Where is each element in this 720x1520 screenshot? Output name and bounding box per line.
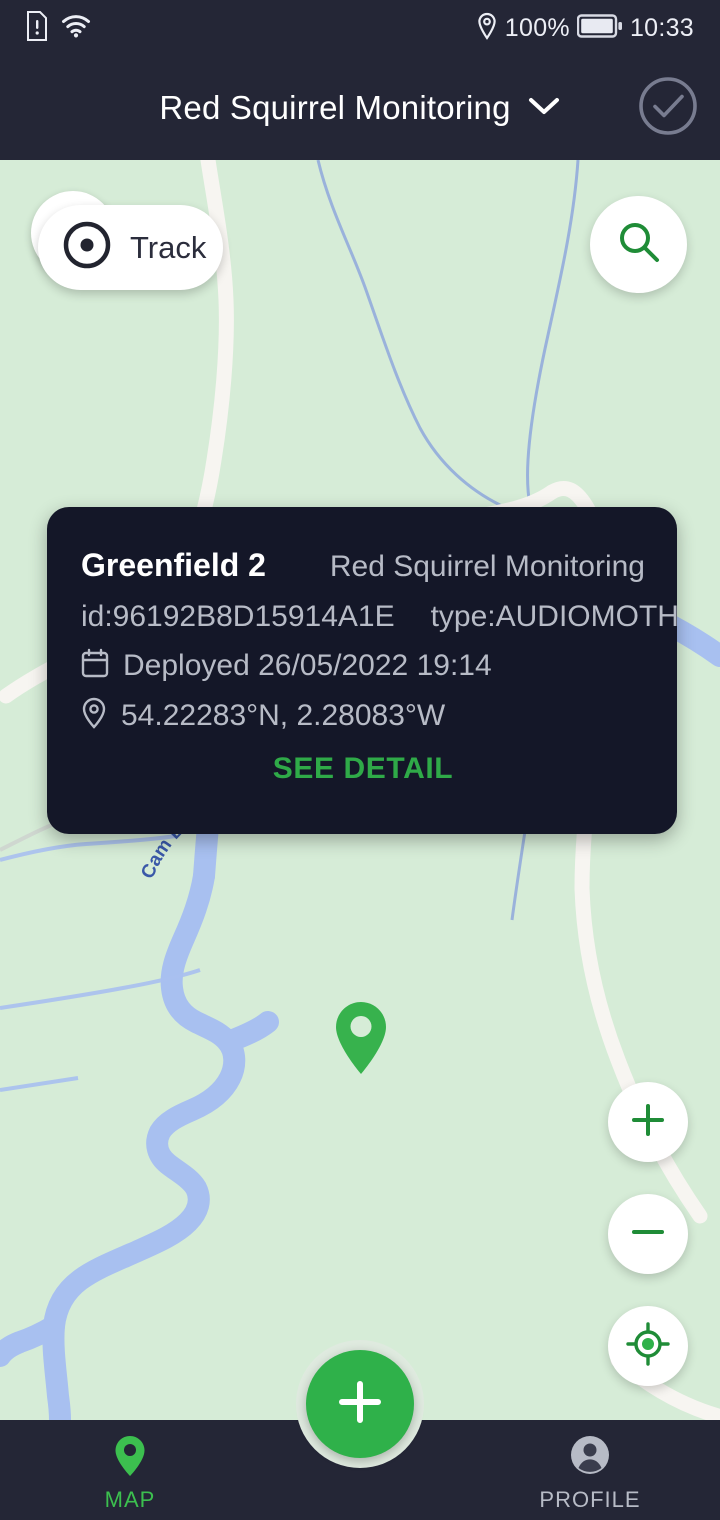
- device-info-card[interactable]: Greenfield 2 Red Squirrel Monitoring id:…: [47, 507, 679, 834]
- wifi-icon: [61, 14, 91, 43]
- chevron-down-icon[interactable]: [527, 95, 561, 122]
- app-bar: Red Squirrel Monitoring: [0, 56, 720, 160]
- calendar-icon: [81, 648, 109, 683]
- my-location-icon: [626, 1321, 670, 1371]
- person-icon: [569, 1434, 611, 1483]
- map-pin-icon: [113, 1434, 147, 1483]
- nav-item-map[interactable]: MAP: [0, 1420, 260, 1520]
- clock-label: 10:33: [629, 13, 694, 42]
- status-bar-left: [26, 10, 91, 46]
- nav-label-profile: PROFILE: [539, 1486, 641, 1512]
- card-coordinates-row: 54.22283°N, 2.28083°W: [81, 697, 645, 734]
- battery-percent-label: 100%: [504, 13, 570, 42]
- page-title: Red Squirrel Monitoring: [159, 89, 511, 126]
- nav-label-map: MAP: [104, 1486, 156, 1512]
- card-meta-row: id:96192B8D15914A1E type:AUDIOMOTH: [81, 600, 679, 634]
- project-selector[interactable]: Red Squirrel Monitoring: [0, 56, 720, 160]
- my-location-button[interactable]: [608, 1306, 688, 1386]
- plus-icon: [334, 1376, 386, 1433]
- status-bar-right: 100% 10:33: [476, 12, 694, 45]
- device-project: Red Squirrel Monitoring: [329, 550, 645, 583]
- track-button-label: Track: [130, 229, 207, 265]
- battery-full-icon: [576, 13, 623, 44]
- check-circle-icon: [637, 75, 699, 142]
- search-button[interactable]: [590, 196, 687, 293]
- device-type: type:AUDIOMOTH: [430, 600, 679, 633]
- status-bar: 100% 10:33: [0, 0, 720, 56]
- device-id: id:96192B8D15914A1E: [81, 600, 395, 633]
- device-coordinates: 54.22283°N, 2.28083°W: [121, 698, 446, 732]
- app-root: 100% 10:33 Red Squirrel Monitoring Cam T…: [0, 0, 720, 1520]
- add-button[interactable]: [306, 1350, 414, 1458]
- confirm-button[interactable]: [632, 72, 704, 144]
- zoom-out-button[interactable]: [608, 1194, 688, 1274]
- location-pin-icon: [476, 12, 498, 45]
- device-name: Greenfield 2: [81, 547, 266, 583]
- card-deployed-row: Deployed 26/05/2022 19:14: [81, 648, 645, 683]
- device-deployed: Deployed 26/05/2022 19:14: [123, 648, 492, 682]
- track-button[interactable]: Track: [38, 205, 223, 290]
- record-circle-icon: [62, 220, 112, 275]
- sim-alert-icon: [26, 10, 48, 46]
- location-pin-icon: [81, 697, 107, 734]
- see-detail-button[interactable]: SEE DETAIL: [81, 752, 645, 786]
- plus-icon: [629, 1101, 667, 1144]
- card-header-row: Greenfield 2 Red Squirrel Monitoring: [81, 547, 645, 584]
- zoom-in-button[interactable]: [608, 1082, 688, 1162]
- nav-item-profile[interactable]: PROFILE: [460, 1420, 720, 1520]
- search-icon: [616, 219, 662, 270]
- minus-icon: [629, 1213, 667, 1256]
